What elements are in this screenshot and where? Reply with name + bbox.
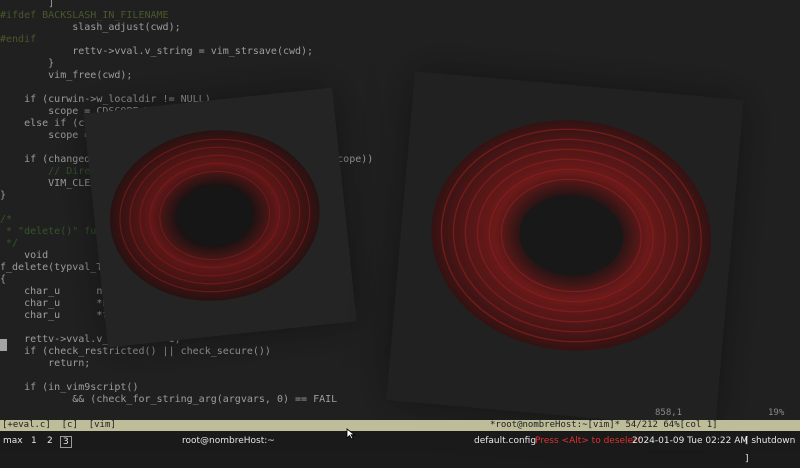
- code-text: vim_free(cwd);: [0, 70, 133, 81]
- code-line[interactable]: && (check_for_string_arg(argvars, 0) == …: [0, 394, 337, 406]
- shutdown-button[interactable]: [ shutdown ]: [745, 432, 800, 468]
- vim-ruler-percent: 19%: [768, 408, 785, 418]
- code-text: */: [0, 238, 19, 249]
- workspace-3[interactable]: 3: [60, 436, 72, 448]
- vinyl-art-back: [83, 87, 357, 348]
- code-text: if (check_restricted() || check_secure()…: [0, 346, 271, 357]
- code-line[interactable]: slash_adjust(cwd);: [0, 22, 181, 34]
- code-line[interactable]: if (in_vim9script(): [0, 382, 138, 394]
- code-line[interactable]: void: [0, 250, 48, 262]
- code-text: #endif: [0, 34, 37, 45]
- code-line[interactable]: #ifdef BACKSLASH_IN_FILENAME: [0, 10, 169, 22]
- text-cursor: [0, 339, 7, 351]
- code-text: ]: [0, 0, 55, 9]
- code-line[interactable]: }: [0, 58, 54, 70]
- code-text: }: [0, 190, 7, 201]
- vinyl-art-front: [386, 71, 744, 429]
- code-text: }: [0, 58, 55, 69]
- code-line[interactable]: {: [0, 274, 6, 286]
- code-text: && (check_for_string_arg(argvars, 0) == …: [0, 394, 338, 405]
- layout-indicator[interactable]: max: [3, 432, 23, 450]
- status-mid: *root@nombreHost:~[vim]* 54/212 64%[col …: [490, 420, 718, 430]
- code-line[interactable]: vim_free(cwd);: [0, 70, 132, 82]
- workspace-1[interactable]: 1: [31, 432, 37, 450]
- datetime-label: 2024-01-09 Tue 02:22 AM: [632, 436, 749, 446]
- code-text: rettv->vval.v_string = vim_strsave(cwd);: [0, 46, 314, 57]
- code-text: {: [0, 274, 7, 285]
- vim-ruler: 858,1: [655, 408, 683, 418]
- window-title[interactable]: root@nombreHost:~: [182, 432, 275, 450]
- code-text: #ifdef BACKSLASH_IN_FILENAME: [0, 10, 169, 21]
- taskbar: max 1 2 3 root@nombreHost:~ default.conf…: [0, 432, 800, 464]
- arrow-pointer-icon: [346, 428, 356, 440]
- code-text: void: [0, 250, 49, 261]
- status-left: [+eval.c] [c] [vim]: [2, 420, 116, 430]
- code-line[interactable]: */: [0, 238, 18, 250]
- workspace-2[interactable]: 2: [47, 432, 53, 450]
- vim-status-line: [+eval.c] [c] [vim] *root@nombreHost:~[v…: [0, 420, 800, 431]
- code-line[interactable]: }: [0, 190, 6, 202]
- code-line[interactable]: /*: [0, 214, 12, 226]
- code-line[interactable]: #endif: [0, 34, 36, 46]
- code-text: slash_adjust(cwd);: [0, 22, 181, 33]
- album-cover-back[interactable]: [83, 87, 357, 348]
- code-text: return;: [0, 358, 91, 369]
- album-cover-front[interactable]: [386, 71, 744, 429]
- code-text: if (in_vim9script(): [0, 382, 139, 393]
- code-line[interactable]: return;: [0, 358, 90, 370]
- code-line[interactable]: if (check_restricted() || check_secure()…: [0, 346, 271, 358]
- code-line[interactable]: ]: [0, 0, 54, 10]
- code-text: /*: [0, 214, 13, 225]
- config-label: default.config: [474, 436, 537, 446]
- hint-label: Press <Alt> to deselect: [535, 436, 642, 446]
- code-line[interactable]: rettv->vval.v_string = vim_strsave(cwd);: [0, 46, 313, 58]
